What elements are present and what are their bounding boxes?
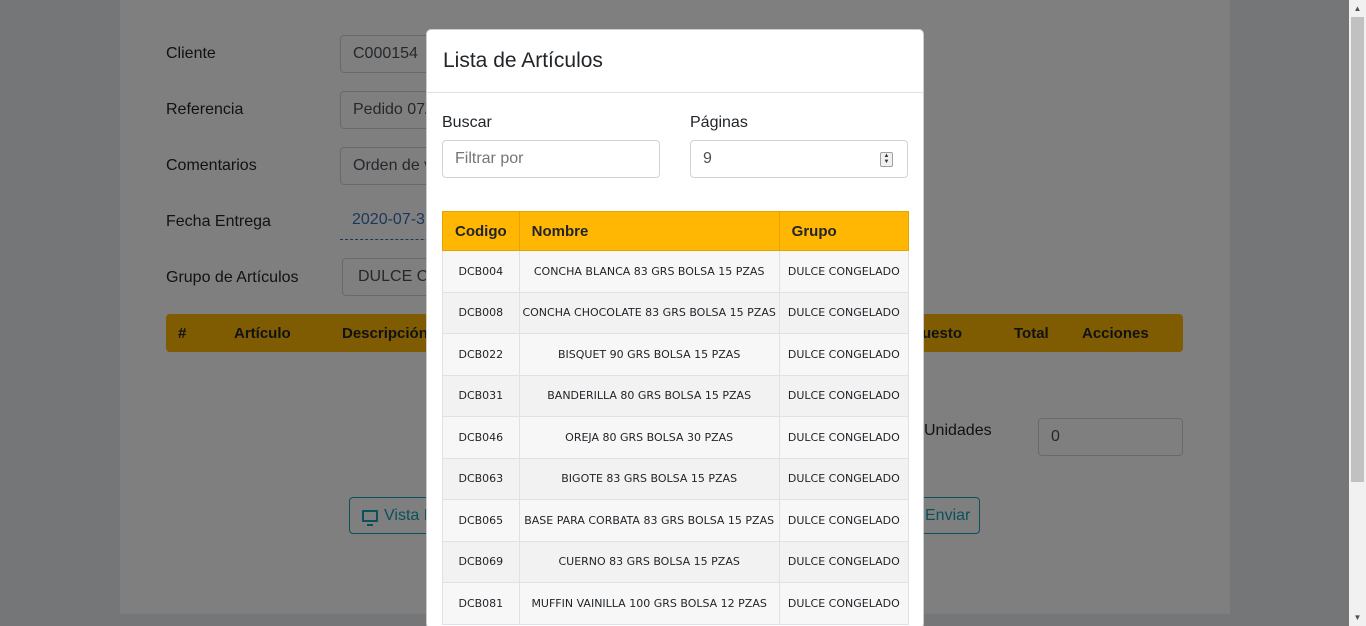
scroll-up-icon[interactable]: ▲	[1349, 0, 1366, 17]
cell-codigo: DCB081	[442, 582, 520, 625]
col-grupo[interactable]: Grupo	[778, 211, 910, 251]
table-row[interactable]: DCB046 OREJA 80 GRS BOLSA 30 PZAS DULCE CO…	[442, 416, 910, 459]
number-spinner-icon[interactable]: ▲ ▼	[880, 152, 893, 167]
cell-nombre: CUERNO 83 GRS BOLSA 15 PZAS	[518, 540, 780, 583]
scroll-down-icon[interactable]: ▼	[1349, 609, 1366, 626]
cell-grupo: DULCE CONGELADO	[778, 582, 910, 625]
cell-codigo: DCB065	[442, 499, 520, 542]
page-scrollbar[interactable]: ▲ ▼	[1349, 0, 1366, 626]
table-row[interactable]: DCB004 CONCHA BLANCA 83 GRS BOLSA 15 PZAS…	[442, 250, 910, 293]
search-input[interactable]	[442, 140, 660, 178]
cell-codigo: DCB008	[442, 291, 520, 334]
cell-nombre: MUFFIN VAINILLA 100 GRS BOLSA 12 PZAS	[518, 582, 780, 625]
pages-value: 9	[703, 150, 712, 167]
col-nombre[interactable]: Nombre	[518, 211, 780, 251]
cell-codigo: DCB022	[442, 333, 520, 376]
col-codigo[interactable]: Codigo	[442, 211, 520, 251]
modal-title: Lista de Artículos	[443, 49, 603, 72]
table-row[interactable]: DCB081 MUFFIN VAINILLA 100 GRS BOLSA 12 P…	[442, 582, 910, 625]
buscar-label: Buscar	[442, 114, 492, 131]
cell-grupo: DULCE CONGELADO	[778, 374, 910, 417]
table-row[interactable]: DCB008 CONCHA CHOCOLATE 83 GRS BOLSA 15 P…	[442, 291, 910, 334]
cell-nombre: OREJA 80 GRS BOLSA 30 PZAS	[518, 416, 780, 459]
cell-codigo: DCB004	[442, 250, 520, 293]
cell-nombre: BASE PARA CORBATA 83 GRS BOLSA 15 PZAS	[518, 499, 780, 542]
paginas-label: Páginas	[690, 114, 748, 131]
cell-grupo: DULCE CONGELADO	[778, 250, 910, 293]
cell-codigo: DCB069	[442, 540, 520, 583]
table-row[interactable]: DCB063 BIGOTE 83 GRS BOLSA 15 PZAS DULCE C…	[442, 457, 910, 500]
table-row[interactable]: DCB031 BANDERILLA 80 GRS BOLSA 15 PZAS DUL…	[442, 374, 910, 417]
articles-modal: Lista de Artículos Buscar Páginas 9 ▲▼ C…	[426, 29, 924, 626]
table-row[interactable]: DCB065 BASE PARA CORBATA 83 GRS BOLSA 15 …	[442, 499, 910, 542]
cell-grupo: DULCE CONGELADO	[778, 291, 910, 334]
cell-nombre: CONCHA BLANCA 83 GRS BOLSA 15 PZAS	[518, 250, 780, 293]
cell-grupo: DULCE CONGELADO	[778, 540, 910, 583]
articles-table: Codigo Nombre Grupo DCB004 CONCHA BLANCA …	[442, 211, 910, 625]
articles-table-header: Codigo Nombre Grupo	[442, 211, 910, 251]
table-row[interactable]: DCB022 BISQUET 90 GRS BOLSA 15 PZAS DULCE …	[442, 333, 910, 376]
cell-codigo: DCB063	[442, 457, 520, 500]
pages-input[interactable]: 9 ▲ ▼	[690, 140, 908, 178]
cell-grupo: DULCE CONGELADO	[778, 416, 910, 459]
modal-header: Lista de Artículos	[427, 30, 923, 93]
cell-codigo: DCB031	[442, 374, 520, 417]
cell-grupo: DULCE CONGELADO	[778, 457, 910, 500]
table-row[interactable]: DCB069 CUERNO 83 GRS BOLSA 15 PZAS DULCE C…	[442, 540, 910, 583]
cell-nombre: CONCHA CHOCOLATE 83 GRS BOLSA 15 PZAS	[518, 291, 780, 334]
cell-nombre: BIGOTE 83 GRS BOLSA 15 PZAS	[518, 457, 780, 500]
cell-codigo: DCB046	[442, 416, 520, 459]
cell-nombre: BANDERILLA 80 GRS BOLSA 15 PZAS	[518, 374, 780, 417]
scroll-thumb[interactable]	[1351, 17, 1364, 482]
cell-grupo: DULCE CONGELADO	[778, 333, 910, 376]
cell-grupo: DULCE CONGELADO	[778, 499, 910, 542]
cell-nombre: BISQUET 90 GRS BOLSA 15 PZAS	[518, 333, 780, 376]
